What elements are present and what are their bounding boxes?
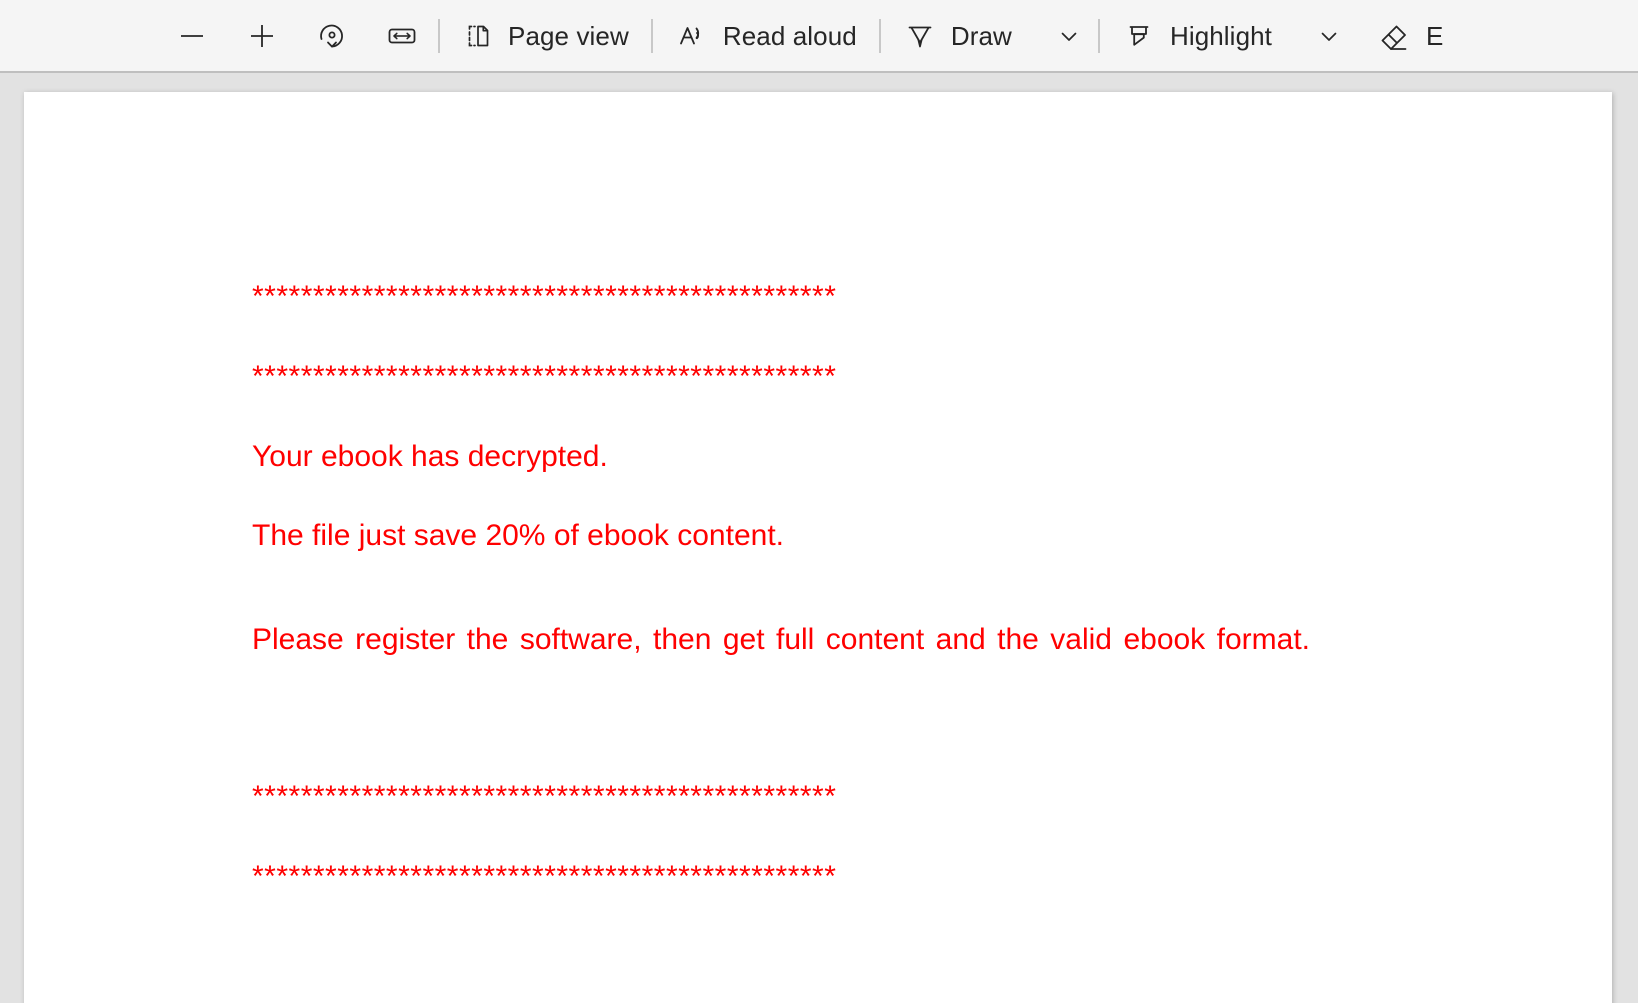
page-view-button[interactable]: Page view	[452, 12, 639, 60]
document-line-message: The file just save 20% of ebook content.	[252, 519, 784, 552]
chevron-down-icon	[1057, 24, 1081, 48]
pdf-toolbar: Page view Read aloud Draw Highlight E	[0, 0, 1638, 73]
pdf-viewer-window: Page view Read aloud Draw Highlight E **…	[0, 0, 1638, 1003]
pen-icon	[903, 19, 937, 53]
document-line-stars: ****************************************…	[252, 360, 837, 393]
fit-width-button[interactable]	[378, 12, 426, 60]
erase-button[interactable]: E	[1368, 12, 1453, 60]
minus-icon	[176, 20, 208, 52]
zoom-in-button[interactable]	[238, 12, 286, 60]
pdf-viewer-canvas[interactable]: ****************************************…	[0, 73, 1638, 1003]
rotate-icon	[315, 19, 349, 53]
zoom-out-button[interactable]	[168, 12, 216, 60]
highlight-label: Highlight	[1169, 20, 1273, 51]
document-line-message: Your ebook has decrypted.	[252, 440, 608, 473]
highlight-options-chevron[interactable]	[1312, 12, 1346, 60]
draw-button[interactable]: Draw	[893, 12, 1022, 60]
toolbar-separator	[650, 18, 653, 53]
fit-width-icon	[385, 19, 419, 53]
rotate-button[interactable]	[308, 12, 356, 60]
toolbar-separator	[878, 18, 881, 53]
read-aloud-icon	[675, 19, 709, 53]
chevron-down-icon	[1317, 24, 1341, 48]
erase-label: E	[1426, 20, 1444, 51]
document-line-stars: ****************************************…	[252, 780, 837, 813]
toolbar-separator	[1097, 18, 1100, 53]
pdf-page-content: ****************************************…	[24, 92, 1612, 942]
page-view-icon	[462, 20, 494, 52]
page-view-label: Page view	[508, 20, 629, 51]
draw-options-chevron[interactable]	[1052, 12, 1086, 60]
plus-icon	[246, 20, 278, 52]
eraser-icon	[1378, 19, 1412, 53]
toolbar-separator	[438, 18, 440, 53]
highlight-button[interactable]: Highlight	[1112, 12, 1282, 60]
document-paragraph-register: Please register the software, then get f…	[252, 623, 1310, 656]
pdf-page: ****************************************…	[24, 92, 1612, 1003]
read-aloud-button[interactable]: Read aloud	[665, 12, 867, 60]
read-aloud-label: Read aloud	[722, 20, 857, 51]
document-line-stars: ****************************************…	[252, 280, 837, 313]
highlighter-icon	[1122, 19, 1156, 53]
document-line-stars: ****************************************…	[252, 860, 837, 893]
draw-label: Draw	[950, 20, 1012, 51]
